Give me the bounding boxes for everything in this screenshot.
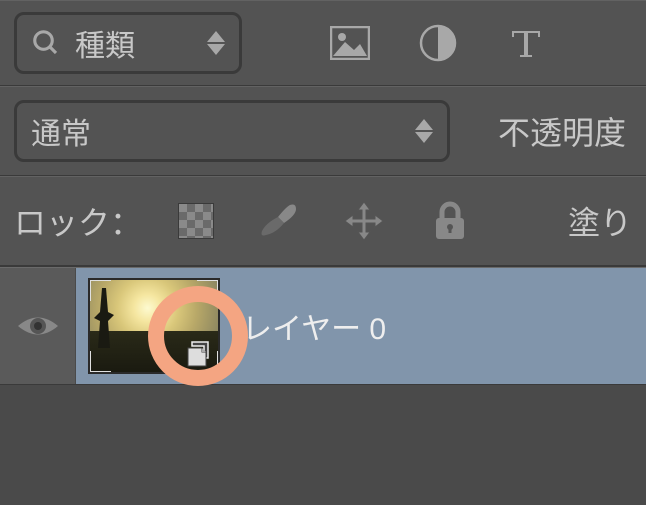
layers-empty-area[interactable]	[0, 385, 646, 505]
adjustment-filter-button[interactable]	[416, 21, 460, 65]
opacity-label: 不透明度	[498, 108, 626, 154]
blend-row: 通常 不透明度	[0, 86, 646, 176]
layer-thumbnail[interactable]	[88, 278, 220, 374]
layer-row[interactable]: レイヤー 0	[0, 267, 646, 385]
adjustment-icon	[418, 23, 458, 63]
filter-kind-label: 種類	[75, 21, 135, 65]
eye-icon	[16, 311, 60, 341]
filter-kind-dropdown[interactable]: 種類	[14, 12, 242, 74]
layer-visibility-toggle[interactable]	[0, 268, 76, 384]
lock-pixels-button[interactable]	[256, 199, 300, 243]
stepper-arrows-icon	[207, 31, 225, 55]
blend-mode-label: 通常	[31, 109, 91, 153]
stepper-arrows-icon	[415, 119, 433, 143]
layer-main[interactable]: レイヤー 0	[76, 268, 646, 384]
filter-row: 種類	[0, 0, 646, 86]
blend-mode-dropdown[interactable]: 通常	[14, 100, 450, 162]
type-filter-button[interactable]	[504, 21, 548, 65]
lock-position-button[interactable]	[342, 199, 386, 243]
lock-transparency-button[interactable]	[178, 203, 214, 239]
move-icon	[343, 200, 385, 242]
image-filter-button[interactable]	[328, 21, 372, 65]
layers-list: レイヤー 0	[0, 266, 646, 505]
image-icon	[330, 26, 370, 60]
lock-label: ロック：	[14, 198, 142, 244]
brush-icon	[256, 201, 300, 241]
layer-name: レイヤー 0	[242, 304, 386, 348]
lock-all-button[interactable]	[428, 199, 472, 243]
lock-row: ロック： 塗り	[0, 176, 646, 266]
search-icon	[31, 28, 61, 58]
lock-icon	[432, 201, 468, 241]
fill-label: 塗り	[568, 198, 632, 244]
filter-type-icons	[328, 21, 548, 65]
smart-object-icon	[184, 338, 216, 370]
type-icon	[508, 25, 544, 61]
